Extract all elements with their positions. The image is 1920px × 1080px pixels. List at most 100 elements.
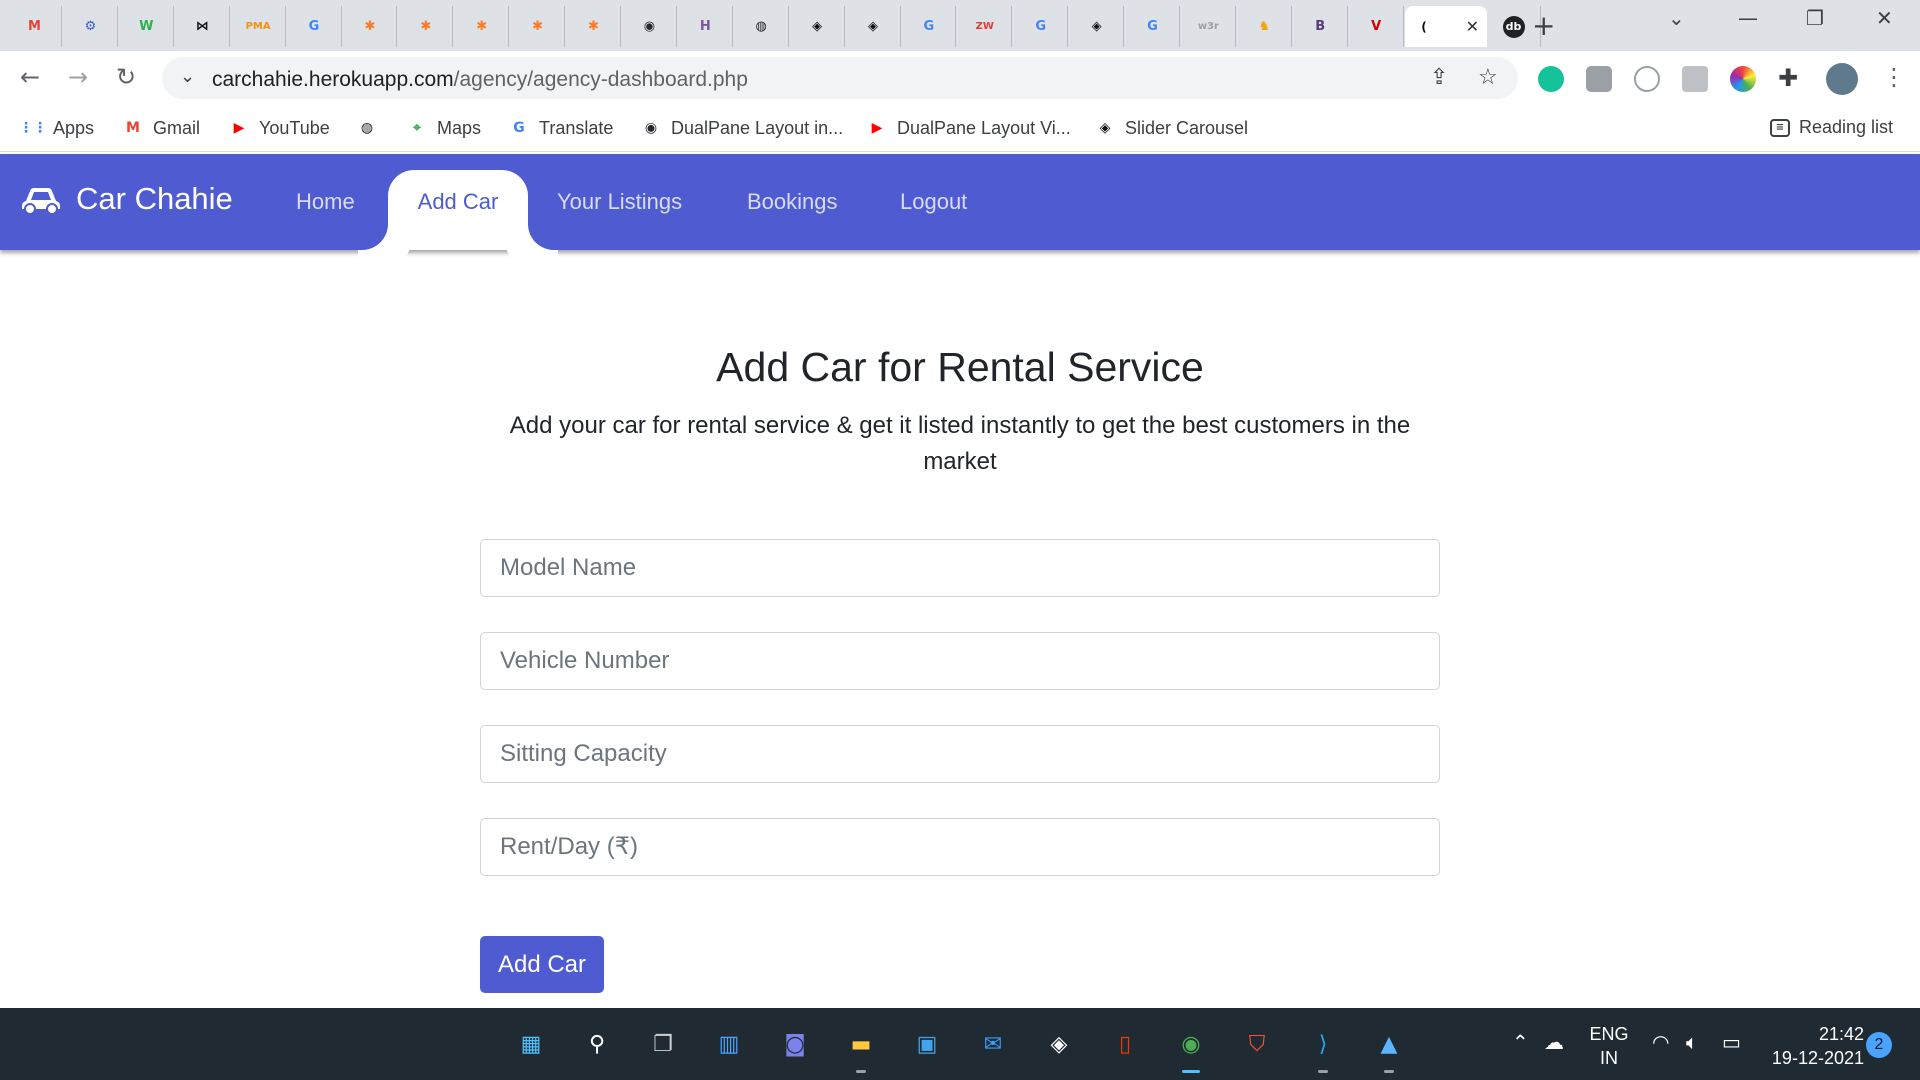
tab[interactable]: ◈ — [847, 6, 901, 47]
tab[interactable]: ◉ — [623, 6, 677, 47]
add-car-submit-button[interactable]: Add Car — [480, 936, 604, 993]
color-picker-extension-icon[interactable] — [1730, 66, 1756, 92]
wifi-icon[interactable]: ◠ — [1652, 1030, 1669, 1054]
clock-date: 19-12-2021 — [1771, 1048, 1864, 1068]
running-indicator — [856, 1070, 866, 1073]
battery-icon[interactable]: ▭ — [1722, 1030, 1741, 1054]
search-icon[interactable]: ⚲ — [579, 1026, 615, 1062]
language-indicator[interactable]: ENG IN — [1584, 1022, 1634, 1070]
bookmark-item[interactable]: G Translate — [508, 117, 613, 139]
tab[interactable]: w3r — [1182, 6, 1236, 47]
forward-icon[interactable]: → — [68, 63, 88, 91]
tab[interactable]: M — [8, 6, 62, 47]
tab[interactable]: ◈ — [1070, 6, 1125, 47]
photos-icon[interactable]: ▲ — [1371, 1026, 1407, 1062]
microsoft-store-icon[interactable]: ▣ — [909, 1026, 945, 1062]
bookmark-item[interactable]: M Gmail — [122, 117, 200, 139]
react-devtools-icon[interactable] — [1634, 66, 1660, 92]
nav-logout[interactable]: Logout — [900, 189, 967, 215]
tab[interactable]: ◍ — [735, 6, 789, 47]
teams-chat-icon[interactable]: ◙ — [777, 1026, 813, 1062]
profile-avatar[interactable] — [1826, 63, 1858, 95]
close-window-icon[interactable]: ✕ — [1876, 6, 1893, 30]
google-icon: G — [923, 19, 935, 34]
file-explorer-icon[interactable]: ▬ — [843, 1026, 879, 1062]
brand-logo[interactable]: Car Chahie — [20, 181, 233, 217]
restore-icon[interactable]: ❐ — [1806, 6, 1824, 30]
vehicle-number-input[interactable] — [480, 632, 1440, 690]
tab[interactable]: ⋈ — [176, 6, 230, 47]
minimize-icon[interactable]: — — [1738, 6, 1758, 30]
extensions-puzzle-icon[interactable]: ✚ — [1778, 64, 1798, 92]
address-bar[interactable]: ⌄ carchahie.herokuapp.com/agency/agency-… — [162, 57, 1518, 99]
nav-home[interactable]: Home — [296, 189, 355, 215]
url-text[interactable]: carchahie.herokuapp.com/agency/agency-da… — [212, 68, 748, 92]
nav-your-listings[interactable]: Your Listings — [557, 189, 682, 215]
tab[interactable]: ⚙ — [64, 6, 118, 47]
bookmark-item[interactable]: ◉ DualPane Layout in... — [640, 117, 843, 139]
nav-add-car[interactable]: Add Car — [388, 170, 528, 250]
tab[interactable]: ✱ — [455, 6, 510, 47]
url-domain: carchahie.herokuapp.com — [212, 68, 454, 91]
widgets-icon[interactable]: ▥ — [711, 1026, 747, 1062]
tab[interactable]: ZW — [958, 6, 1013, 47]
bookmark-item[interactable]: ⋮⋮ Apps — [19, 117, 94, 139]
tab[interactable]: G — [1014, 6, 1069, 47]
rent-per-day-input[interactable] — [480, 818, 1440, 876]
browser-menu-icon[interactable]: ⋮ — [1882, 63, 1906, 91]
tab[interactable]: ✱ — [399, 6, 454, 47]
tab[interactable]: ♞ — [1238, 6, 1292, 47]
tab[interactable]: ◈ — [791, 6, 845, 47]
volume-icon[interactable]: 🔈︎ — [1686, 1030, 1698, 1054]
task-view-icon[interactable]: ❐ — [645, 1026, 681, 1062]
bookmark-star-icon[interactable]: ☆ — [1478, 65, 1498, 90]
tab[interactable]: G — [1126, 6, 1180, 47]
nav-bookings[interactable]: Bookings — [747, 189, 838, 215]
reading-list-button[interactable]: ≡ Reading list — [1770, 117, 1893, 138]
bookmark-item[interactable]: ⌖ Maps — [406, 117, 481, 139]
windows-start-icon[interactable]: ▦ — [513, 1026, 549, 1062]
xampp-icon: ✱ — [588, 19, 599, 34]
bookmark-item[interactable]: ▶ DualPane Layout Vi... — [866, 117, 1071, 139]
tab[interactable]: PMA — [232, 6, 286, 47]
sitting-capacity-input[interactable] — [480, 725, 1440, 783]
notification-badge[interactable]: 2 — [1866, 1032, 1892, 1058]
brave-icon[interactable]: ⛉ — [1239, 1026, 1275, 1062]
chrome-icon[interactable]: ◉ — [1173, 1026, 1209, 1062]
reading-list-icon: ≡ — [1770, 118, 1790, 137]
close-tab-icon[interactable]: ✕ — [1466, 17, 1479, 37]
tab[interactable]: B — [1294, 6, 1348, 47]
bookmark-item[interactable]: ◈ Slider Carousel — [1094, 117, 1248, 139]
bookmarks-bar: ⋮⋮ Apps M Gmail ▶ YouTube ◍ ⌖ Maps G Translate ◉ Dua… — [0, 106, 1920, 152]
running-indicator — [1318, 1070, 1328, 1073]
camera-extension-icon[interactable] — [1586, 66, 1612, 92]
onedrive-cloud-icon[interactable]: ☁ — [1544, 1030, 1564, 1054]
tab[interactable]: ✱ — [567, 6, 621, 47]
new-tab-icon[interactable]: + — [1532, 9, 1555, 42]
reload-icon[interactable]: ↻ — [116, 63, 136, 91]
tab[interactable]: G — [902, 6, 957, 47]
grammarly-extension-icon[interactable] — [1538, 66, 1564, 92]
site-info-chevron-icon[interactable]: ⌄ — [180, 66, 195, 87]
tab-search-icon[interactable]: ⌄ — [1668, 6, 1685, 30]
active-tab[interactable]: ( ✕ — [1405, 6, 1487, 47]
tab[interactable]: H — [679, 6, 733, 47]
unity-icon[interactable]: ◈ — [1041, 1026, 1077, 1062]
clock[interactable]: 21:42 19-12-2021 — [1764, 1022, 1864, 1070]
tab[interactable]: G — [288, 6, 342, 47]
mail-icon[interactable]: ✉ — [975, 1026, 1011, 1062]
share-icon[interactable]: ⇪ — [1430, 65, 1448, 90]
figure-icon: ♞ — [1258, 19, 1271, 34]
tab[interactable]: W — [120, 6, 174, 47]
office-icon[interactable]: ▯ — [1107, 1026, 1143, 1062]
tab[interactable]: V — [1350, 6, 1404, 47]
bookmark-item[interactable]: ◍ — [356, 117, 378, 139]
back-icon[interactable]: ← — [20, 63, 40, 91]
cart-extension-icon[interactable] — [1682, 66, 1708, 92]
show-hidden-icons-chevron-icon[interactable]: ⌃ — [1512, 1030, 1529, 1054]
vscode-icon[interactable]: ⟩ — [1305, 1026, 1341, 1062]
model-name-input[interactable] — [480, 539, 1440, 597]
tab[interactable]: ✱ — [511, 6, 566, 47]
tab[interactable]: ✱ — [343, 6, 398, 47]
bookmark-item[interactable]: ▶ YouTube — [228, 117, 330, 139]
